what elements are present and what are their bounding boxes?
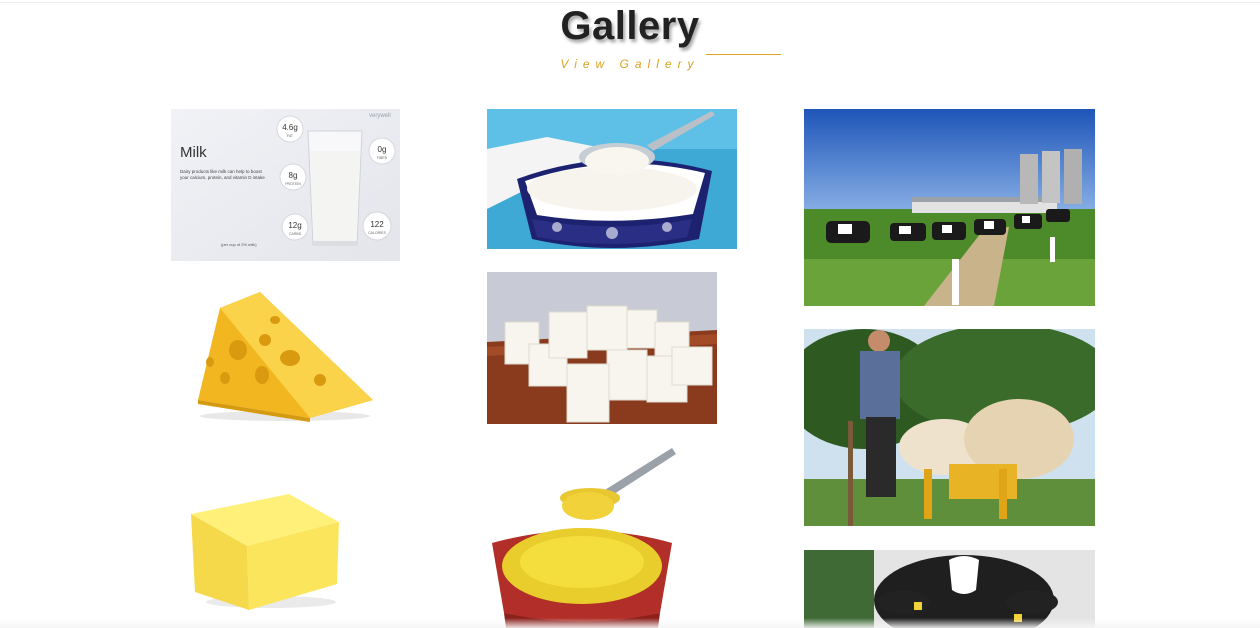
cow-face-image[interactable] (804, 550, 1095, 628)
milk-nutrition-image[interactable]: verywell Milk Dairy products like milk c… (171, 109, 400, 261)
top-divider (0, 2, 1260, 3)
nutrient-fat: 4.6g FAT (276, 115, 304, 143)
svg-text:122: 122 (370, 220, 384, 229)
brand-logo: verywell (369, 113, 391, 119)
paneer-image[interactable] (487, 272, 717, 424)
svg-text:CARBS: CARBS (289, 232, 302, 236)
curd-bowl-image[interactable] (487, 109, 737, 249)
svg-text:8g: 8g (289, 171, 298, 180)
title-underline (706, 54, 781, 55)
svg-text:PROTEIN: PROTEIN (285, 182, 301, 186)
svg-text:12g: 12g (288, 221, 301, 230)
svg-text:FIBER: FIBER (377, 156, 388, 160)
svg-text:0g: 0g (378, 145, 387, 154)
milk-description: Dairy products like milk can help to boo… (180, 169, 265, 180)
butter-image[interactable] (189, 492, 341, 610)
svg-text:CALORIES: CALORIES (368, 231, 386, 235)
view-gallery-link[interactable]: View Gallery (0, 57, 1260, 71)
gallery-title: Gallery (560, 4, 700, 48)
ghee-bowl-image[interactable] (490, 448, 676, 628)
svg-text:FAT: FAT (287, 134, 294, 138)
cheese-image[interactable] (190, 290, 375, 422)
nutrient-calories: 122 CALORIES (362, 211, 392, 241)
nutrient-protein: 8g PROTEIN (279, 163, 307, 191)
nutrient-carbs: 12g CARBS (281, 213, 309, 241)
milk-heading: Milk (180, 144, 207, 161)
bottom-fade (0, 618, 1260, 628)
cows-farm-image[interactable] (804, 109, 1095, 306)
nutrient-fiber: 0g FIBER (368, 137, 396, 165)
serving-note: (per cup of 2% milk) (221, 242, 257, 247)
svg-text:4.6g: 4.6g (282, 123, 298, 132)
farmer-cows-image[interactable] (804, 329, 1095, 526)
